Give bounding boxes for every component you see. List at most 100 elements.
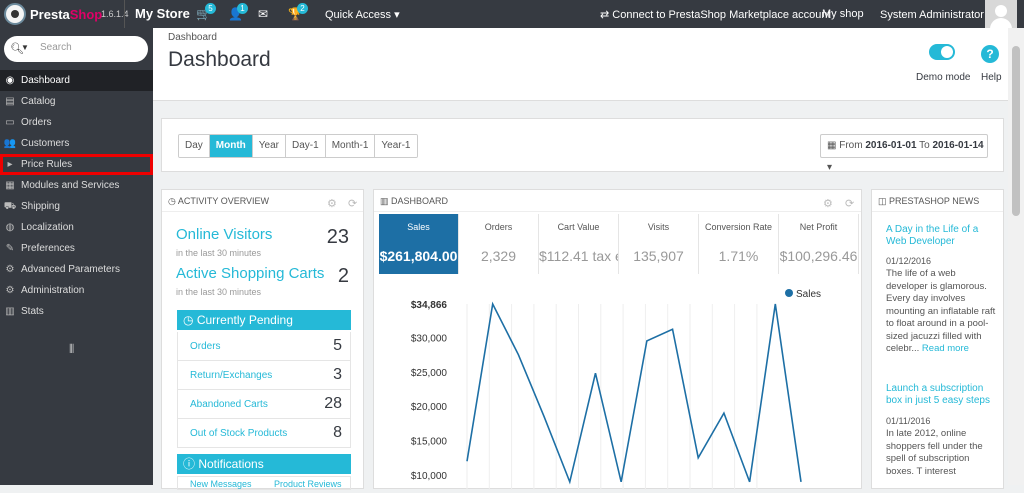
prestashop-news-panel: ◫ PrestaShop News A Day in the Life of a… bbox=[871, 189, 1004, 489]
marketplace-connect-label: Connect to PrestaShop Marketplace accoun… bbox=[612, 9, 830, 21]
breadcrumb[interactable]: Dashboard bbox=[168, 32, 217, 43]
prestashop-logo-icon[interactable] bbox=[4, 3, 26, 25]
price-rules-icon: ▸ bbox=[3, 154, 17, 175]
y-tick-label: $25,000 bbox=[411, 368, 448, 379]
catalog-icon: ▤ bbox=[3, 91, 17, 112]
bar-chart-icon: ▥ bbox=[380, 196, 391, 206]
sidebar-item-label: Stats bbox=[21, 306, 44, 317]
page-header: Dashboard Dashboard Demo mode ? Help bbox=[153, 28, 1008, 101]
notifications-header[interactable]: ⓘ Notifications bbox=[177, 454, 351, 474]
store-name-link[interactable]: My Store bbox=[135, 6, 190, 21]
period-button-day-1[interactable]: Day-1 bbox=[286, 135, 326, 157]
scrollbar-thumb[interactable] bbox=[1012, 46, 1020, 216]
sidebar-item-customers[interactable]: 👥Customers bbox=[0, 133, 153, 154]
pending-label[interactable]: Orders bbox=[190, 341, 221, 352]
marketplace-connect-link[interactable]: ⇄ Connect to PrestaShop Marketplace acco… bbox=[600, 8, 831, 21]
kpi-conversion-rate[interactable]: Conversion Rate1.71% bbox=[699, 214, 779, 274]
sidebar-item-label: Price Rules bbox=[21, 159, 72, 170]
kpi-net-profit[interactable]: Net Profit$100,296.46 bbox=[779, 214, 859, 274]
quick-access-menu[interactable]: Quick Access ▾ bbox=[325, 8, 400, 21]
pending-label[interactable]: Out of Stock Products bbox=[190, 428, 287, 439]
sidebar-item-label: Advanced Parameters bbox=[21, 264, 120, 275]
sidebar-item-price-rules[interactable]: ▸ Price Rules bbox=[0, 154, 153, 175]
kpi-value: 135,907 bbox=[619, 248, 698, 264]
news-item-title[interactable]: Launch a subscription box in just 5 easy… bbox=[886, 383, 996, 407]
online-visitors-label[interactable]: Online Visitors bbox=[176, 226, 272, 243]
pending-row[interactable]: Orders 5 bbox=[177, 332, 351, 361]
date-from: 2016-01-01 bbox=[865, 140, 916, 151]
sidebar-item-label: Modules and Services bbox=[21, 180, 119, 191]
dashboard-icon: ◉ bbox=[3, 70, 17, 91]
page-scrollbar[interactable] bbox=[1008, 28, 1024, 485]
refresh-icon[interactable]: ⟳ bbox=[845, 193, 854, 215]
kpi-label: Cart Value bbox=[539, 222, 618, 232]
sidebar-item-label: Localization bbox=[21, 222, 74, 233]
currently-pending-title: Currently Pending bbox=[197, 313, 293, 327]
configure-icon[interactable]: ⚙ bbox=[327, 193, 337, 215]
advanced-icon: ⚙ bbox=[3, 259, 17, 280]
my-shop-link[interactable]: My shop bbox=[822, 8, 864, 20]
y-tick-label: $10,000 bbox=[411, 471, 448, 482]
tab-new-messages[interactable]: New Messages bbox=[190, 479, 252, 489]
kpi-orders[interactable]: Orders2,329 bbox=[459, 214, 539, 274]
sidebar-item-stats[interactable]: ▥ Stats bbox=[0, 301, 153, 322]
employee-menu[interactable]: System Administrator ▾ bbox=[880, 8, 993, 21]
demo-mode-toggle[interactable] bbox=[929, 44, 955, 60]
customers-icon: 👥 bbox=[3, 133, 17, 154]
kpi-label: Visits bbox=[619, 222, 698, 232]
collapse-menu-icon[interactable]: ⦀ bbox=[69, 342, 74, 357]
news-item-title[interactable]: A Day in the Life of a Web Developer bbox=[886, 224, 996, 248]
kpi-sales[interactable]: Sales$261,804.00 bbox=[379, 214, 459, 274]
period-button-year-1[interactable]: Year-1 bbox=[375, 135, 416, 157]
search-input[interactable]: Search bbox=[40, 42, 72, 53]
active-carts-label[interactable]: Active Shopping Carts bbox=[176, 265, 324, 282]
sidebar-item-shipping[interactable]: ⛟Shipping bbox=[0, 196, 153, 217]
sidebar-item-preferences[interactable]: ✎Preferences bbox=[0, 238, 153, 259]
tab-product-reviews[interactable]: Product Reviews bbox=[274, 479, 342, 489]
online-visitors-count: 23 bbox=[327, 226, 349, 249]
pending-value: 3 bbox=[333, 366, 342, 384]
kpi-visits[interactable]: Visits 135,907 bbox=[619, 214, 699, 274]
pending-value: 28 bbox=[324, 395, 342, 413]
sidebar-item-advanced-parameters[interactable]: ⚙ Advanced Parameters bbox=[0, 259, 153, 280]
period-button-month-1[interactable]: Month-1 bbox=[326, 135, 376, 157]
kpi-cart-value[interactable]: Cart Value$112.41 tax ex bbox=[539, 214, 619, 274]
sidebar-item-catalog[interactable]: ▤Catalog bbox=[0, 91, 153, 112]
pending-value: 5 bbox=[333, 337, 342, 355]
pending-label[interactable]: Abandoned Carts bbox=[190, 399, 268, 410]
sidebar-search[interactable]: 🔍︎ ▼ Search bbox=[4, 36, 148, 62]
kpi-tabs: Sales$261,804.00Orders2,329Cart Value$11… bbox=[379, 214, 863, 274]
date-range-picker[interactable]: ▦ From 2016-01-01 To 2016-01-14 ▾ bbox=[820, 134, 988, 158]
dashboard-panel-header: ▥ Dashboard ⚙ ⟳ bbox=[374, 190, 861, 212]
preferences-icon: ✎ bbox=[3, 238, 17, 259]
chevron-down-icon[interactable]: ▼ bbox=[21, 43, 29, 52]
currently-pending-header[interactable]: ◷ Currently Pending bbox=[177, 310, 351, 330]
pending-row[interactable]: Out of Stock Products8 bbox=[177, 419, 351, 448]
envelope-icon[interactable]: ✉ bbox=[258, 7, 268, 21]
news-item-date: 01/11/2016 bbox=[886, 416, 930, 426]
sidebar-item-dashboard[interactable]: ◉Dashboard bbox=[0, 70, 153, 91]
brand-name[interactable]: PrestaShop bbox=[30, 7, 102, 22]
avatar[interactable] bbox=[985, 0, 1017, 28]
help-icon[interactable]: ? bbox=[981, 45, 999, 63]
refresh-icon[interactable]: ⟳ bbox=[348, 193, 357, 215]
kpi-label: Orders bbox=[459, 222, 538, 232]
pending-row[interactable]: Abandoned Carts 28 bbox=[177, 390, 351, 419]
activity-overview-panel: ◷ Activity overview ⚙ ⟳ Online Visitors … bbox=[161, 189, 364, 489]
pending-label[interactable]: Return/Exchanges bbox=[190, 370, 272, 381]
pending-row[interactable]: Return/Exchanges 3 bbox=[177, 361, 351, 390]
configure-icon[interactable]: ⚙ bbox=[823, 193, 833, 215]
period-button-month[interactable]: Month bbox=[210, 135, 253, 157]
period-button-year[interactable]: Year bbox=[253, 135, 286, 157]
page-title: Dashboard bbox=[168, 48, 271, 72]
rss-icon: ◫ bbox=[878, 196, 889, 206]
read-more-link[interactable]: Read more bbox=[922, 343, 969, 354]
brand-name-part-a: Presta bbox=[30, 7, 70, 22]
sidebar-item-administration[interactable]: ⚙Administration bbox=[0, 280, 153, 301]
period-button-day[interactable]: Day bbox=[179, 135, 210, 157]
sidebar-item-orders[interactable]: ▭Orders bbox=[0, 112, 153, 133]
sidebar-item-modules-and-services[interactable]: ▦Modules and Services bbox=[0, 175, 153, 196]
sidebar-item-localization[interactable]: ◍Localization bbox=[0, 217, 153, 238]
stats-icon: ▥ bbox=[3, 301, 17, 322]
kpi-value: 1.71% bbox=[699, 248, 778, 264]
